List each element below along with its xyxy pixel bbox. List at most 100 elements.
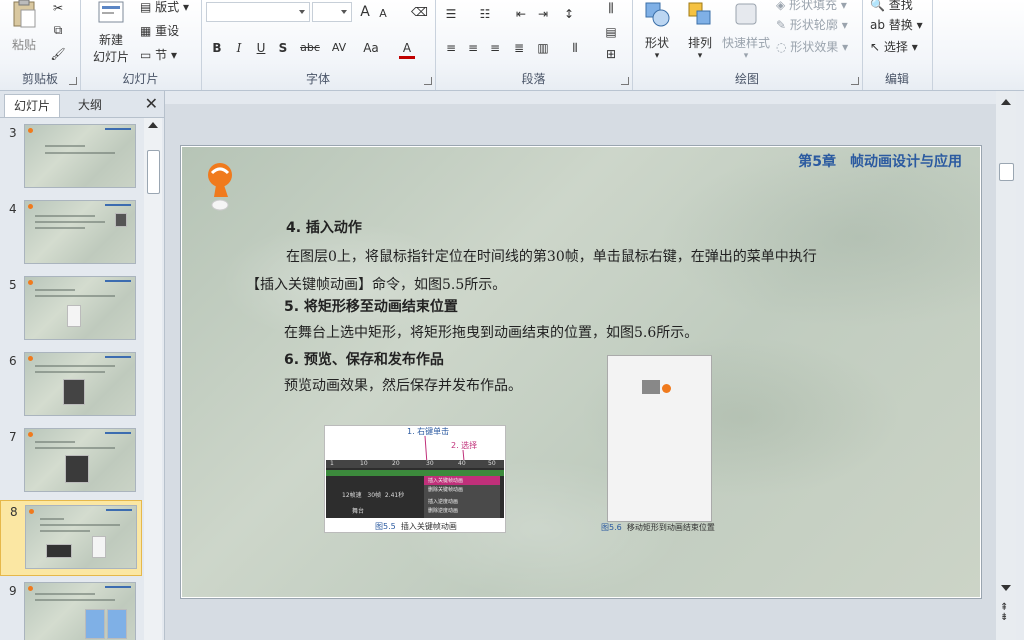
reset-label: 重设 [155,24,180,38]
slide-thumbnail-6[interactable]: 6 [0,352,142,424]
clear-format-icon[interactable]: ⌫ [411,4,428,20]
ribbon: 粘贴 ✂ ⧉ 🖌 剪贴板 新建 幻灯片 ▤ 版式 ▾ ▦ 重设 ▭ 节 ▾ 幻灯… [0,0,1024,91]
numbering-icon[interactable]: ☷ [477,6,493,22]
cut-icon[interactable]: ✂ [50,0,66,16]
shape-effects-label: 形状效果 [790,40,839,54]
slide-number: 8 [10,505,18,519]
decrease-indent-icon[interactable]: ⇤ [513,6,529,22]
paragraph-group: ☰ ☷ ⇤ ⇥ ↕ ⫼ ≡ ≡ ≡ ≣ ▥ ⫴ ▤ ⊞ 段落 [435,0,633,90]
select-button[interactable]: ↖ 选择 ▾ [870,38,918,55]
line-spacing-icon[interactable]: ↕ [561,6,577,22]
grow-font-icon[interactable]: A [357,4,373,20]
panel-tabs: 幻灯片 大纲 ✕ [0,91,164,118]
clipboard-launcher-icon[interactable] [69,77,77,85]
bold-button[interactable]: B [209,40,225,56]
text-direction-icon[interactable]: ⫼ [603,0,619,16]
slide-thumbnail-5[interactable]: 5 [0,276,142,348]
font-size-select[interactable] [312,2,352,22]
slide-thumbnail-7[interactable]: 7 [0,428,142,500]
drawing-group-label: 绘图 [734,72,759,86]
scroll-down-icon[interactable] [1001,585,1011,591]
figure-5-5[interactable]: 1. 右键单击 2. 选择 1 10 20 30 40 50 插入关键帧动画 删… [324,425,506,533]
chapter-title: 第5章 帧动画设计与应用 [798,154,962,170]
find-button[interactable]: 🔍 查找 [870,0,913,13]
figure-5-6[interactable] [607,355,712,522]
shape-outline-button[interactable]: ✎ 形状轮廓 ▾ [776,16,848,33]
slide-preview [24,200,136,264]
canvas-frame: 第5章 帧动画设计与应用 4. 插入动作 在图层0上，将鼠标指针定位在时间线的第… [165,104,996,640]
scroll-up-icon[interactable] [148,122,158,128]
layout-label: 版式 [155,0,180,14]
font-color-button[interactable]: A [399,40,415,59]
shape-outline-label: 形状轮廓 [789,18,838,32]
new-slide-icon [98,1,124,23]
change-case-button[interactable]: Aa [359,40,383,56]
slide-preview [25,505,137,569]
drawing-group: 形状 ▾ 排列 ▾ 快速样式 ▾ ◈ 形状填充 ▾ ✎ 形状轮廓 ▾ ◌ 形状效… [632,0,863,90]
scroll-thumb[interactable] [147,150,160,194]
editing-group-label: 编辑 [884,72,909,86]
strikethrough-button[interactable]: abc [297,40,323,56]
align-center-icon[interactable]: ≡ [465,40,481,56]
columns-icon[interactable]: ⫴ [567,40,583,56]
shapes-button[interactable]: 形状 ▾ [636,0,678,66]
distribute-icon[interactable]: ▥ [535,40,551,56]
slide-thumbnail-4[interactable]: 4 [0,200,142,272]
justify-icon[interactable]: ≣ [511,40,527,56]
font-launcher-icon[interactable] [424,77,432,85]
font-name-select[interactable] [206,2,310,22]
scroll-up-icon[interactable] [1001,99,1011,105]
slide-thumbnail-8[interactable]: 8 [0,500,142,576]
thumbnail-scrollbar[interactable] [144,118,162,640]
find-label: 查找 [888,0,913,12]
mascot-logo [208,163,232,211]
copy-icon[interactable]: ⧉ [50,22,66,38]
slide-number: 5 [9,278,17,292]
shape-fill-button[interactable]: ◈ 形状填充 ▾ [776,0,847,13]
stage-tab: 舞台 [352,508,365,515]
slide-canvas[interactable]: 第5章 帧动画设计与应用 4. 插入动作 在图层0上，将鼠标指针定位在时间线的第… [180,145,982,599]
arrange-button[interactable]: 排列 ▾ [680,0,720,66]
smartart-icon[interactable]: ⊞ [603,46,619,62]
timeline-screenshot: 1 10 20 30 40 50 插入关键帧动画 删除关键帧动画 插入逆度动画 … [326,460,504,518]
shape-effects-button[interactable]: ◌ 形状效果 ▾ [776,38,848,55]
heading-insert-action: 4. 插入动作 [286,220,362,236]
context-menu: 插入关键帧动画 删除关键帧动画 插入逆度动画 删除逆度动画 [424,476,500,518]
close-icon[interactable]: ✕ [145,95,158,113]
increase-indent-icon[interactable]: ⇥ [535,6,551,22]
bullets-icon[interactable]: ☰ [443,6,459,22]
format-painter-icon[interactable]: 🖌 [50,46,66,62]
slide-thumbnail-9[interactable]: 9 [0,582,142,640]
slide-preview [24,428,136,492]
tab-slides[interactable]: 幻灯片 [4,94,60,117]
slide-preview [24,352,136,416]
font-group: A A ⌫ B I U S abc AV Aa A 字体 [201,0,436,90]
clipboard-group-label: 剪贴板 [21,72,58,86]
drawing-launcher-icon[interactable] [851,77,859,85]
layout-button[interactable]: ▤ 版式 ▾ [140,0,189,15]
paste-button[interactable]: 粘贴 [4,0,44,66]
italic-button[interactable]: I [231,40,247,56]
quick-styles-label: 快速样式 [721,36,770,50]
shrink-font-icon[interactable]: A [375,6,391,22]
slide-preview [24,582,136,640]
char-spacing-button[interactable]: AV [327,40,351,56]
quick-styles-button[interactable]: 快速样式 ▾ [720,0,772,66]
replace-button[interactable]: ab 替换 ▾ [870,16,923,33]
slide-thumbnail-3[interactable]: 3 [0,124,142,196]
tab-outline[interactable]: 大纲 [62,94,118,117]
reset-button[interactable]: ▦ 重设 [140,22,179,39]
shadow-button[interactable]: S [275,40,291,56]
paste-label: 粘贴 [11,38,36,52]
section-button[interactable]: ▭ 节 ▾ [140,46,177,63]
previous-slide-icon[interactable]: ⇞ ⇟ [1000,603,1008,623]
slide-number: 4 [9,202,17,216]
underline-button[interactable]: U [253,40,269,56]
align-text-icon[interactable]: ▤ [603,24,619,40]
align-left-icon[interactable]: ≡ [443,40,459,56]
scroll-thumb[interactable] [999,163,1014,181]
align-right-icon[interactable]: ≡ [487,40,503,56]
new-slide-button[interactable]: 新建 幻灯片 [86,0,136,66]
vertical-scrollbar[interactable]: ⇞ ⇟ [996,91,1016,640]
paragraph-launcher-icon[interactable] [621,77,629,85]
